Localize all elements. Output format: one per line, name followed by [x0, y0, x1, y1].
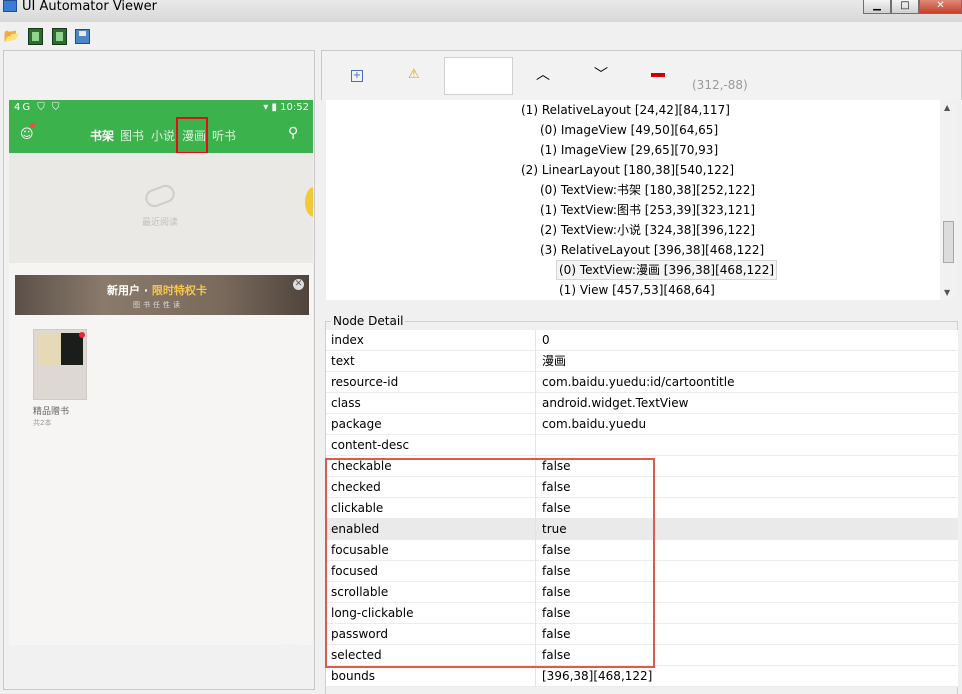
recent-reading-panel[interactable]: 最近阅读: [9, 153, 313, 263]
new-dot: [79, 332, 85, 338]
recent-reading-label: 最近阅读: [142, 218, 179, 228]
scroll-down-icon[interactable]: ▼: [944, 288, 950, 297]
property-row[interactable]: class android.widget.TextView: [326, 393, 958, 414]
device-screenshot[interactable]: 4G ⛉ ⛉ ▾ ▮ 10:52 ☺ 书架 图书 小说 漫画 听书 ⚲ 最近阅读…: [9, 100, 313, 645]
tree-node-selected[interactable]: (0) TextView:漫画 [396,38][468,122]: [556, 260, 778, 280]
property-key: package: [331, 417, 382, 431]
hierarchy-tree[interactable]: (1) RelativeLayout [24,42][84,117] (0) I…: [326, 100, 940, 300]
property-row[interactable]: resource-id com.baidu.yuedu:id/cartoontit…: [326, 372, 958, 393]
paperclip-icon: [142, 182, 178, 210]
tree-scrollbar[interactable]: ▲ ▼: [940, 100, 957, 300]
previous-node-icon[interactable]: ︿: [536, 67, 550, 83]
book-cover[interactable]: [33, 329, 87, 400]
save-icon[interactable]: [73, 28, 91, 46]
device-screenshot-icon[interactable]: [26, 28, 44, 46]
book-title: 精品赠书: [33, 407, 70, 417]
boolean-properties-highlight: [325, 458, 655, 668]
tree-node[interactable]: (1) View [457,53][468,64]: [559, 280, 715, 300]
banner-title-highlight: 限时特权卡: [151, 284, 207, 297]
status-icons-left: 4G ⛉ ⛉: [14, 102, 62, 113]
banner-title-prefix: 新用户 ·: [107, 284, 152, 297]
promo-banner[interactable]: 新用户 · 限时特权卡 图书任性读 ✕: [15, 275, 309, 315]
expand-all-icon[interactable]: +: [351, 70, 363, 82]
tab-novels[interactable]: 小说: [151, 127, 175, 144]
property-value: com.baidu.yuedu: [542, 417, 647, 431]
property-value: android.widget.TextView: [542, 396, 689, 410]
screenshot-pane[interactable]: 4G ⛉ ⛉ ▾ ▮ 10:52 ☺ 书架 图书 小说 漫画 听书 ⚲ 最近阅读…: [3, 50, 315, 690]
property-row[interactable]: text 漫画: [326, 351, 958, 372]
node-detail-title: Node Detail: [331, 314, 406, 328]
status-clock: ▾ ▮ 10:52: [263, 102, 309, 113]
folder-open-icon[interactable]: 📂: [3, 28, 21, 46]
tree-node[interactable]: (1) TextView:图书 [253,39][323,121]: [540, 200, 755, 220]
cover-left: [38, 333, 61, 365]
tree-node[interactable]: (1) ImageView [29,65][70,93]: [540, 140, 718, 160]
tree-toolbar: + ⚠ ︿ ﹀ (312,-88): [321, 50, 962, 100]
property-row[interactable]: bounds [396,38][468,122]: [326, 666, 958, 687]
window-title: UI Automator Viewer: [22, 0, 158, 14]
property-row[interactable]: content-desc: [326, 435, 958, 456]
book-count: 共2本: [33, 419, 52, 427]
property-value: 漫画: [542, 354, 567, 368]
floating-badge[interactable]: [305, 187, 313, 217]
tree-node[interactable]: (0) TextView:书架 [180,38][252,122]: [540, 180, 755, 200]
title-bar: UI Automator Viewer ▁ □ ✕: [0, 0, 962, 22]
user-icon[interactable]: ☺: [20, 127, 34, 142]
next-node-icon[interactable]: ﹀: [594, 67, 608, 83]
selected-node-highlight: [176, 117, 208, 154]
banner-subtitle: 图书任性读: [133, 301, 183, 309]
tree-node[interactable]: (0) ImageView [49,50][64,65]: [540, 120, 718, 140]
minimize-button[interactable]: ▁: [863, 0, 891, 14]
close-button[interactable]: ✕: [919, 0, 962, 14]
banner-title: 新用户 · 限时特权卡: [107, 282, 207, 298]
maximize-button[interactable]: □: [891, 0, 919, 14]
property-key: index: [331, 333, 364, 347]
cursor-coordinates: (312,-88): [692, 78, 748, 92]
scroll-up-icon[interactable]: ▲: [944, 103, 950, 112]
tab-books[interactable]: 图书: [120, 127, 144, 144]
app-header: ☺ 书架 图书 小说 漫画 听书 ⚲: [9, 117, 313, 153]
warning-icon[interactable]: ⚠: [408, 67, 420, 83]
scroll-thumb[interactable]: [943, 221, 954, 263]
blank-toggle-button[interactable]: [444, 57, 513, 95]
tab-bookshelf[interactable]: 书架: [90, 127, 114, 144]
notification-dot: [30, 123, 35, 128]
main-toolbar: 📂: [0, 26, 962, 48]
property-key: class: [331, 396, 361, 410]
property-key: resource-id: [331, 375, 399, 389]
property-value: [396,38][468,122]: [542, 669, 653, 683]
property-key: content-desc: [331, 438, 410, 452]
tree-node[interactable]: (2) TextView:小说 [324,38][396,122]: [540, 220, 755, 240]
tree-node[interactable]: (1) RelativeLayout [24,42][84,117]: [521, 100, 730, 120]
property-row[interactable]: package com.baidu.yuedu: [326, 414, 958, 435]
app-icon: [3, 0, 17, 12]
search-icon[interactable]: ⚲: [288, 125, 298, 141]
ui-automator-viewer-window: UI Automator Viewer ▁ □ ✕ 📂 4G ⛉ ⛉ ▾ ▮ 1…: [0, 0, 962, 694]
property-row[interactable]: index 0: [326, 330, 958, 351]
device-screenshot-compressed-icon[interactable]: [50, 28, 68, 46]
banner-close-icon[interactable]: ✕: [293, 279, 304, 290]
clear-icon[interactable]: [651, 73, 665, 77]
cover-right: [61, 333, 83, 365]
property-value: com.baidu.yuedu:id/cartoontitle: [542, 375, 735, 389]
property-key: text: [331, 354, 355, 368]
tab-audiobooks[interactable]: 听书: [212, 127, 236, 144]
property-key: bounds: [331, 669, 376, 683]
tree-node[interactable]: (3) RelativeLayout [396,38][468,122]: [540, 240, 764, 260]
tree-node[interactable]: (2) LinearLayout [180,38][540,122]: [521, 160, 734, 180]
status-bar: 4G ⛉ ⛉ ▾ ▮ 10:52: [9, 100, 313, 117]
property-value: 0: [542, 333, 550, 347]
